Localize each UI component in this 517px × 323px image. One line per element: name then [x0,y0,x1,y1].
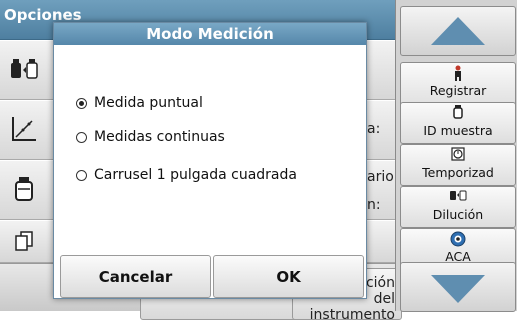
chart-line-icon [6,111,42,147]
bottle-icon [6,171,42,207]
copy-pages-icon [6,223,42,259]
option-carousel[interactable]: Carrusel 1 pulgada cuadrada [76,165,297,185]
option-single-measurement-label: Medida puntual [94,95,203,111]
radio-selected-icon[interactable] [76,97,87,109]
timer-button[interactable]: Temporizad [400,144,516,186]
option-single-measurement[interactable]: Medida puntual [76,93,203,113]
dilution-icon [401,189,515,207]
sample-id-label: ID muestra [423,123,493,138]
measurement-mode-dialog: Modo Medición Medida puntual Medidas con… [53,22,367,299]
dilution-button[interactable]: Dilución [400,186,516,228]
aca-icon [401,231,515,249]
background-row-2-text: a: [367,121,381,137]
arrow-up-icon [431,17,485,45]
vial-icon [401,105,515,123]
scroll-down-button[interactable] [400,262,516,312]
option-continuous-measurement[interactable]: Medidas continuas [76,127,225,147]
sample-id-button[interactable]: ID muestra [400,102,516,144]
right-panel: Registrar ID muestra Temporizad Dilución… [395,0,517,312]
sample-bottles-icon [6,51,42,87]
dialog-title: Modo Medición [54,23,366,45]
register-label: Registrar [429,83,487,98]
arrow-down-icon [431,275,485,303]
background-row-4-text: n: [367,197,381,213]
option-carousel-label: Carrusel 1 pulgada cuadrada [94,167,297,183]
radio-unselected-icon[interactable] [76,131,87,143]
timer-icon [401,147,515,165]
person-icon [401,65,515,83]
cancel-button[interactable]: Cancelar [60,255,211,298]
dilution-label: Dilución [432,207,484,222]
ok-button[interactable]: OK [213,255,364,298]
option-continuous-measurement-label: Medidas continuas [94,129,225,145]
radio-unselected-icon[interactable] [76,169,87,181]
scroll-up-button[interactable] [400,6,516,56]
timer-label: Temporizad [422,165,494,180]
background-row-3-text: ario [367,169,394,185]
